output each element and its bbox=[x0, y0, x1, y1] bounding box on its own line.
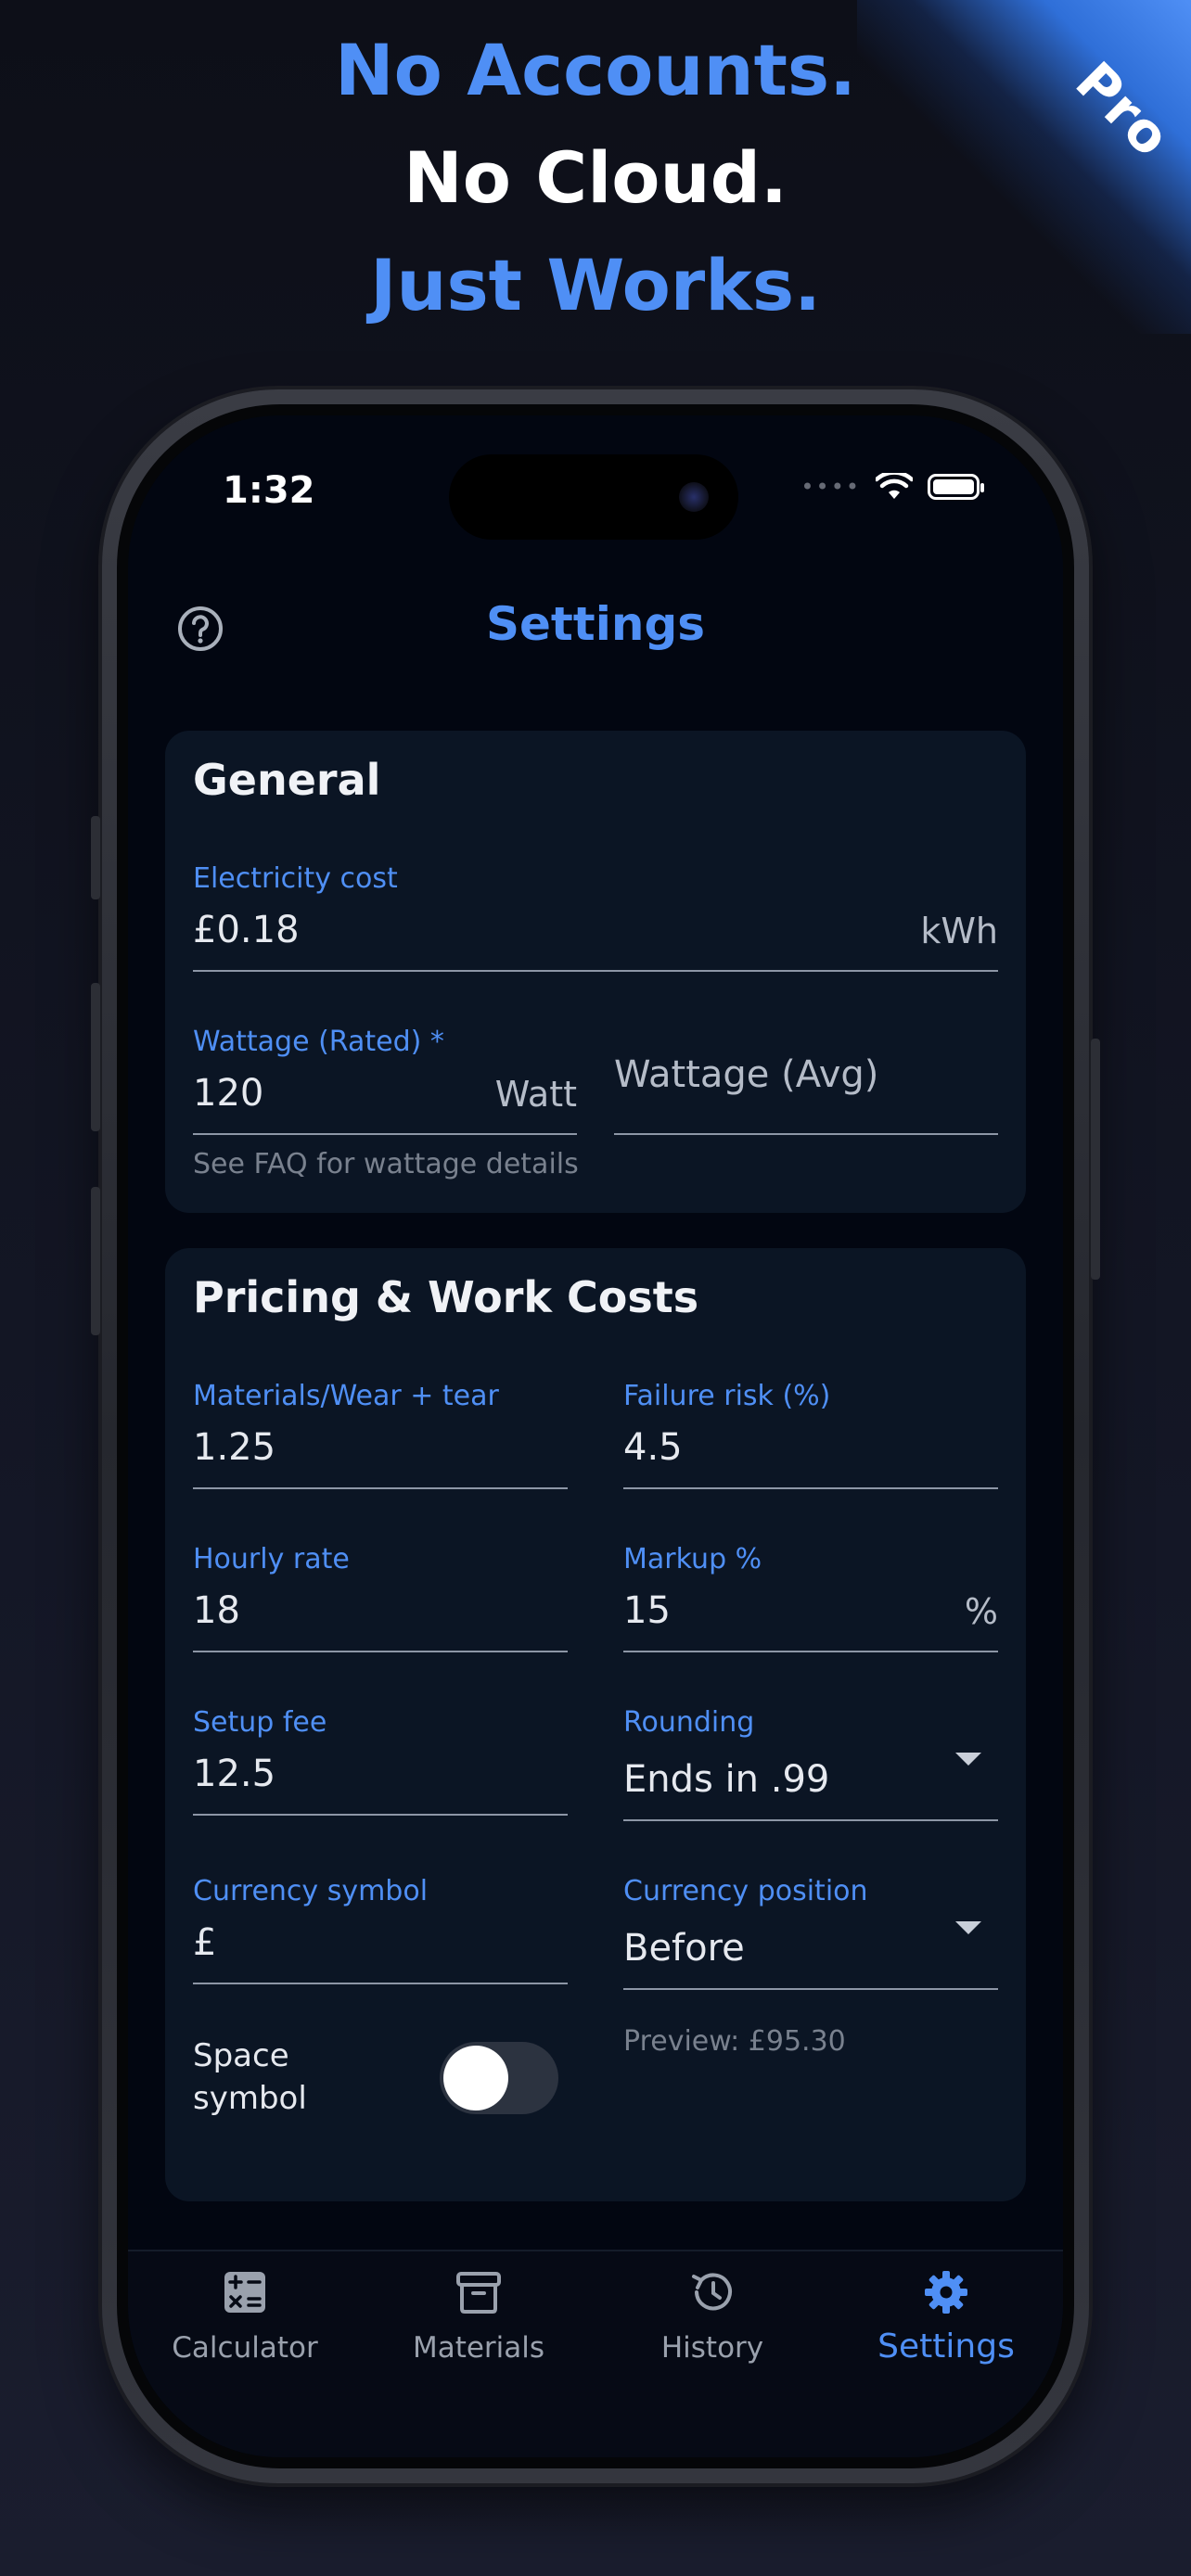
wattage-rated-suffix: Watt bbox=[494, 1074, 577, 1115]
markup-value: 15 bbox=[623, 1589, 671, 1632]
price-preview-text: Preview: £95.30 bbox=[623, 2025, 846, 2058]
pricing-title: Pricing & Work Costs bbox=[193, 1272, 699, 1322]
gear-icon bbox=[925, 2271, 967, 2314]
tab-label: Settings bbox=[877, 2327, 1015, 2366]
camera-icon bbox=[679, 482, 709, 512]
chevron-down-icon bbox=[955, 1753, 981, 1766]
currency-position-value: Before bbox=[623, 1927, 745, 1970]
dynamic-island bbox=[449, 454, 738, 540]
rounding-dropdown[interactable]: Rounding Ends in .99 bbox=[623, 1706, 998, 1821]
currency-symbol-label: Currency symbol bbox=[193, 1875, 429, 1907]
wattage-rated-value: 120 bbox=[193, 1072, 264, 1115]
archive-box-icon bbox=[456, 2272, 501, 2314]
calculator-icon bbox=[224, 2272, 265, 2313]
page-title: Settings bbox=[485, 597, 705, 651]
hourly-rate-field[interactable]: Hourly rate 18 bbox=[193, 1543, 568, 1652]
headline-no-accounts: No Accounts. bbox=[334, 29, 857, 111]
materials-label: Materials/Wear + tear bbox=[193, 1380, 499, 1412]
tab-label: History bbox=[660, 2331, 764, 2365]
hourly-rate-label: Hourly rate bbox=[193, 1543, 350, 1575]
signal-icon: •••• bbox=[800, 474, 861, 500]
chevron-down-icon bbox=[955, 1921, 981, 1934]
pricing-card: Pricing & Work Costs Materials/Wear + te… bbox=[165, 1248, 1026, 2201]
markup-field[interactable]: Markup % 15 % bbox=[623, 1543, 998, 1652]
wattage-rated-label: Wattage (Rated) * bbox=[193, 1026, 444, 1058]
space-symbol-toggle[interactable] bbox=[440, 2042, 558, 2114]
tab-materials[interactable]: Materials bbox=[362, 2251, 596, 2457]
materials-field[interactable]: Materials/Wear + tear 1.25 bbox=[193, 1380, 568, 1489]
failure-risk-value: 4.5 bbox=[623, 1426, 683, 1469]
electricity-cost-suffix: kWh bbox=[920, 911, 998, 951]
wattage-avg-field[interactable]: Wattage (Avg) bbox=[614, 1026, 998, 1135]
phone-frame: 1:32 •••• Settings General Electricity c… bbox=[91, 389, 1100, 2483]
volume-down-button bbox=[91, 1187, 100, 1335]
markup-suffix: % bbox=[964, 1591, 998, 1632]
electricity-cost-value: £0.18 bbox=[193, 909, 300, 951]
failure-risk-field[interactable]: Failure risk (%) 4.5 bbox=[623, 1380, 998, 1489]
wifi-icon bbox=[876, 473, 913, 499]
action-button bbox=[91, 816, 100, 899]
currency-position-label: Currency position bbox=[623, 1875, 868, 1907]
setup-fee-label: Setup fee bbox=[193, 1706, 327, 1739]
tab-bar: Calculator Materials History Settings bbox=[128, 2250, 1063, 2457]
tab-label: Calculator bbox=[172, 2331, 318, 2365]
app-screen: 1:32 •••• Settings General Electricity c… bbox=[128, 415, 1063, 2457]
status-time: 1:32 bbox=[223, 469, 315, 512]
tab-history[interactable]: History bbox=[596, 2251, 829, 2457]
setup-fee-field[interactable]: Setup fee 12.5 bbox=[193, 1706, 568, 1816]
tab-label: Materials bbox=[412, 2331, 545, 2365]
general-card: General Electricity cost £0.18 kWh Watta… bbox=[165, 731, 1026, 1213]
failure-risk-label: Failure risk (%) bbox=[623, 1380, 831, 1412]
rounding-label: Rounding bbox=[623, 1706, 755, 1739]
battery-icon bbox=[928, 474, 984, 500]
currency-symbol-value: £ bbox=[193, 1921, 217, 1964]
toggle-knob bbox=[443, 2046, 508, 2111]
wattage-rated-field[interactable]: Wattage (Rated) * 120 Watt bbox=[193, 1026, 577, 1135]
headline-no-cloud: No Cloud. bbox=[403, 136, 788, 219]
currency-symbol-field[interactable]: Currency symbol £ bbox=[193, 1875, 568, 1984]
materials-value: 1.25 bbox=[193, 1426, 276, 1469]
tab-calculator[interactable]: Calculator bbox=[128, 2251, 362, 2457]
status-icons: •••• bbox=[800, 473, 984, 501]
history-icon bbox=[692, 2273, 732, 2311]
electricity-cost-label: Electricity cost bbox=[193, 862, 398, 895]
tab-settings[interactable]: Settings bbox=[829, 2251, 1063, 2457]
space-symbol-label: Space symbol bbox=[193, 2037, 307, 2117]
headline-just-works: Just Works. bbox=[370, 244, 821, 326]
general-title: General bbox=[193, 755, 381, 805]
wattage-avg-placeholder: Wattage (Avg) bbox=[614, 1053, 879, 1096]
electricity-cost-field[interactable]: Electricity cost £0.18 kWh bbox=[193, 862, 998, 972]
power-button bbox=[1091, 1039, 1100, 1280]
volume-up-button bbox=[91, 983, 100, 1131]
markup-label: Markup % bbox=[623, 1543, 762, 1575]
setup-fee-value: 12.5 bbox=[193, 1753, 276, 1795]
currency-position-dropdown[interactable]: Currency position Before bbox=[623, 1875, 998, 1990]
wattage-helper-text: See FAQ for wattage details bbox=[193, 1148, 579, 1180]
rounding-value: Ends in .99 bbox=[623, 1758, 830, 1801]
hourly-rate-value: 18 bbox=[193, 1589, 240, 1632]
